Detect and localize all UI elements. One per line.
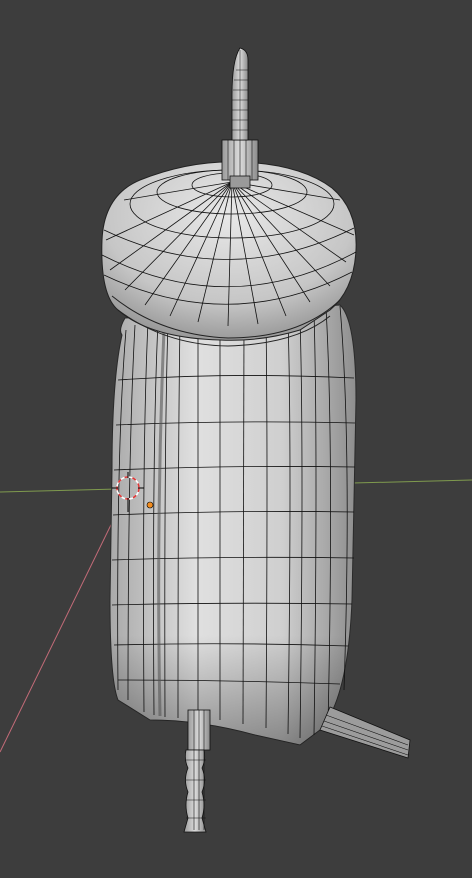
3d-viewport[interactable] [0, 0, 472, 878]
object-origin-icon [146, 501, 154, 509]
clock-top-stem[interactable] [221, 47, 259, 189]
clock-stand-plate[interactable] [319, 706, 411, 759]
clock-bottom-knob[interactable] [183, 709, 211, 833]
clock-bell-dome[interactable] [101, 161, 357, 347]
viewport-canvas[interactable] [0, 0, 472, 878]
clock-body[interactable] [109, 304, 357, 746]
x-axis-line [0, 489, 129, 753]
